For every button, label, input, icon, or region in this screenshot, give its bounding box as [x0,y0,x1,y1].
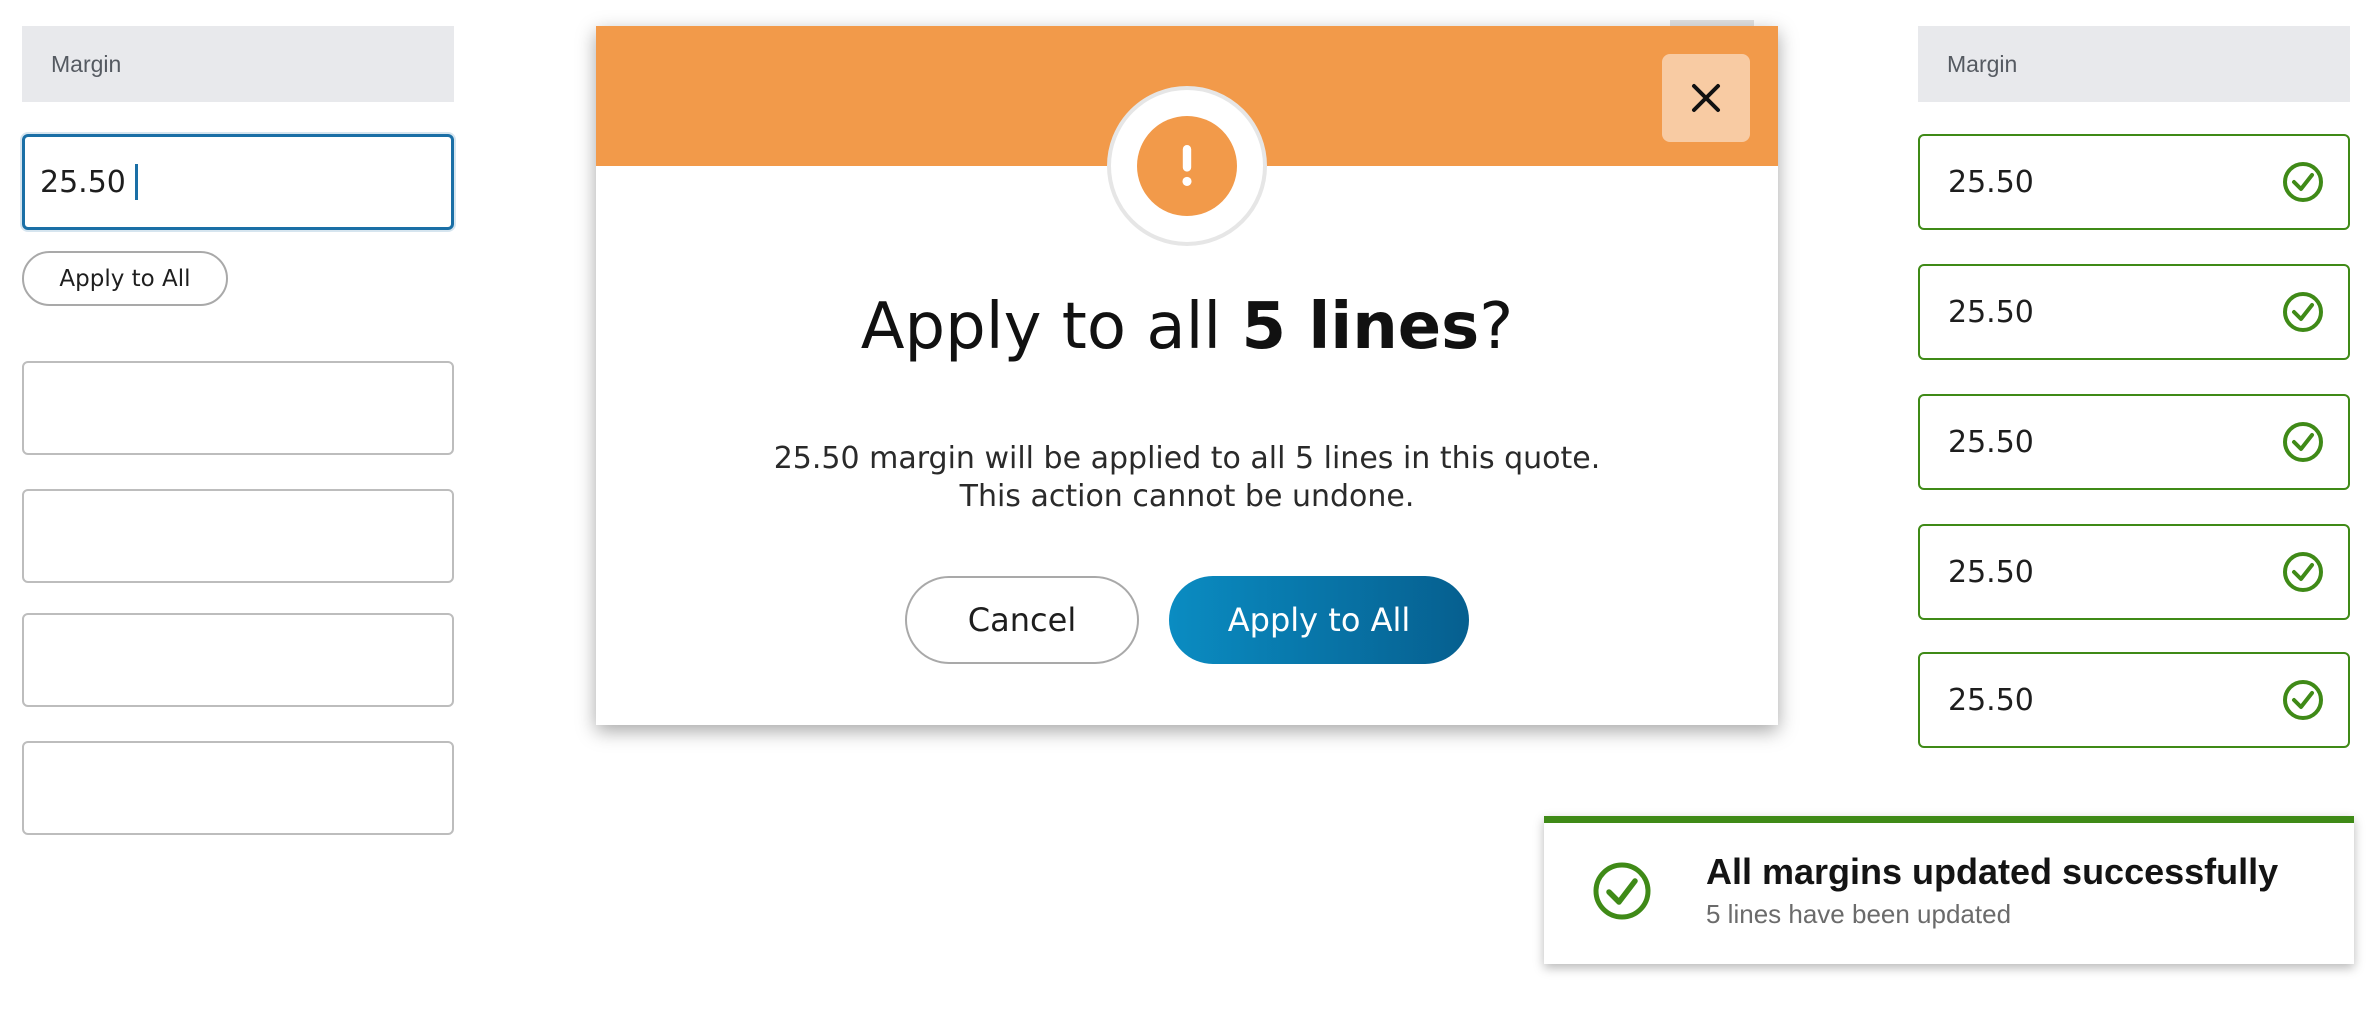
modal-message: 25.50 margin will be applied to all 5 li… [596,440,1778,516]
exclamation-icon [1137,116,1237,216]
updated-margin-value: 25.50 [1948,424,2034,460]
updated-margin-field-3[interactable]: 25.50 [1918,394,2350,490]
margin-input-value: 25.50 [40,164,126,200]
line-margin-input-1[interactable] [22,361,454,455]
updated-margin-field-4[interactable]: 25.50 [1918,524,2350,620]
updated-margin-value: 25.50 [1948,554,2034,590]
updated-margin-value: 25.50 [1948,164,2034,200]
modal-title-suffix: ? [1479,290,1514,364]
modal-title: Apply to all 5 lines? [596,290,1778,364]
success-toast: All margins updated successfully 5 lines… [1544,816,2354,964]
alert-badge [1107,86,1267,246]
apply-to-all-button-label: Apply to All [1227,601,1411,639]
left-margin-header: Margin [22,26,454,102]
updated-margin-field-2[interactable]: 25.50 [1918,264,2350,360]
modal-title-bold: 5 lines [1241,290,1480,364]
text-caret [134,164,138,200]
margin-input[interactable]: 25.50 [22,134,454,230]
check-circle-icon [2283,292,2323,332]
check-circle-icon [2283,552,2323,592]
line-margin-input-3[interactable] [22,613,454,707]
cancel-button-label: Cancel [967,601,1077,639]
updated-margin-value: 25.50 [1948,294,2034,330]
modal-message-line-1: 25.50 margin will be applied to all 5 li… [773,441,1601,476]
check-circle-icon [1593,862,1651,920]
modal-message-line-2: This action cannot be undone. [959,479,1415,514]
toast-subtitle: 5 lines have been updated [1706,899,2012,929]
right-margin-header-label: Margin [1947,50,2018,77]
line-margin-input-4[interactable] [22,741,454,835]
check-circle-icon [2283,162,2323,202]
close-icon [1692,84,1720,112]
apply-to-all-small-button[interactable]: Apply to All [22,251,228,306]
check-circle-icon [2283,422,2323,462]
apply-to-all-small-label: Apply to All [59,265,191,292]
line-margin-input-2[interactable] [22,489,454,583]
updated-margin-value: 25.50 [1948,682,2034,718]
left-margin-header-label: Margin [51,50,122,77]
check-circle-icon [2283,680,2323,720]
updated-margin-field-1[interactable]: 25.50 [1918,134,2350,230]
updated-margin-field-5[interactable]: 25.50 [1918,652,2350,748]
close-button[interactable] [1662,54,1750,142]
modal-title-prefix: Apply to all [860,290,1242,364]
apply-to-all-button[interactable]: Apply to All [1169,576,1469,664]
right-margin-header: Margin [1918,26,2350,102]
confirm-modal: Apply to all 5 lines? 25.50 margin will … [596,26,1778,725]
cancel-button[interactable]: Cancel [905,576,1139,664]
toast-title: All margins updated successfully [1706,851,2279,892]
